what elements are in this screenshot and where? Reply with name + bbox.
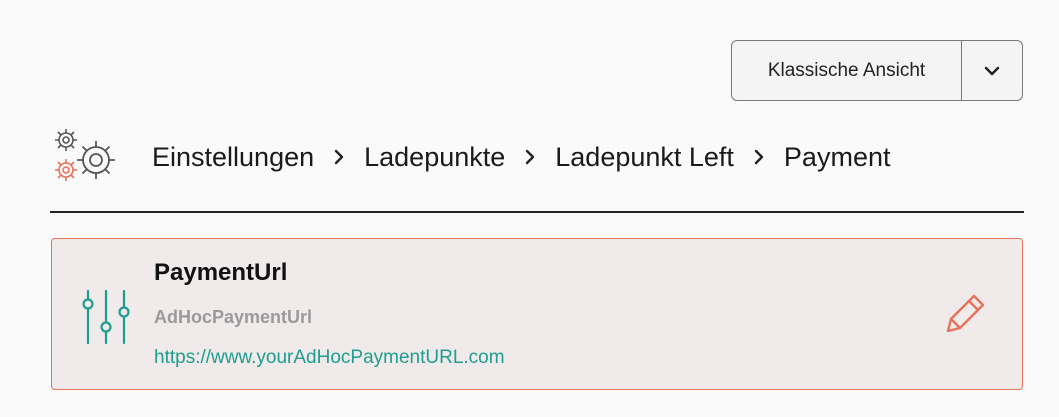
view-mode-select[interactable]: Klassische Ansicht [731,40,1023,101]
settings-gears-icon [55,129,115,181]
pencil-icon[interactable] [942,291,988,337]
breadcrumb-item-ladepunkt-left[interactable]: Ladepunkt Left [555,142,734,173]
view-mode-toggle[interactable] [962,41,1022,100]
setting-key: AdHocPaymentUrl [154,307,313,327]
setting-card-payment-url[interactable]: PaymentUrl AdHocPaymentUrl https://www.y… [51,238,1023,390]
header-divider [50,211,1024,213]
setting-title: PaymentUrl [154,259,288,286]
chevron-right-icon [334,149,344,165]
chevron-right-icon [754,149,764,165]
chevron-down-icon [984,66,1000,75]
breadcrumb: Einstellungen Ladepunkte Ladepunkt Left … [152,142,890,173]
view-mode-label[interactable]: Klassische Ansicht [732,41,962,100]
setting-value: https://www.yourAdHocPaymentURL.com [154,347,505,368]
chevron-right-icon [525,149,535,165]
breadcrumb-item-einstellungen[interactable]: Einstellungen [152,142,314,173]
header-row: Einstellungen Ladepunkte Ladepunkt Left … [50,122,890,192]
sliders-icon [82,289,130,345]
settings-page: Klassische Ansicht Einstellungen Ladepun… [0,0,1059,417]
breadcrumb-item-payment: Payment [783,141,891,172]
breadcrumb-item-ladepunkte[interactable]: Ladepunkte [364,142,505,173]
